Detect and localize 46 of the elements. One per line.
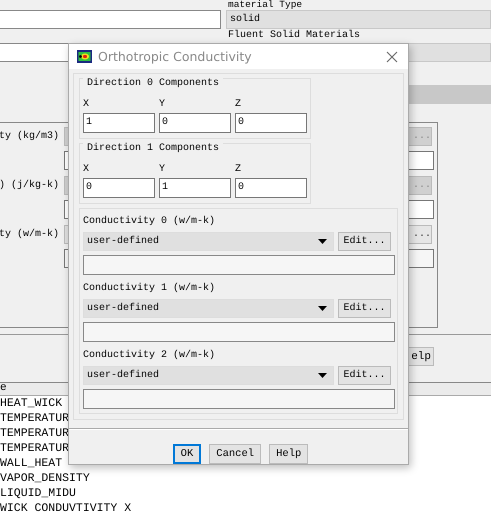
field-label: Conductivity 0 (w/m-k) bbox=[83, 215, 216, 228]
input-field[interactable]: 0 bbox=[235, 113, 307, 133]
material-type-field[interactable]: solid bbox=[226, 10, 491, 29]
input-field[interactable]: 0 bbox=[83, 178, 155, 198]
field-label: Conductivity 1 (w/m-k) bbox=[83, 282, 216, 295]
text-field[interactable] bbox=[0, 10, 221, 29]
app-icon bbox=[77, 50, 92, 63]
field-label: Conductivity 2 (w/m-k) bbox=[83, 349, 216, 362]
list-item[interactable]: WICK CONDUVTIVITY X bbox=[0, 501, 491, 516]
caret-icon bbox=[318, 373, 327, 378]
group-title: Direction 0 Components bbox=[83, 78, 224, 90]
field-label: Z bbox=[235, 164, 242, 176]
dialog-button[interactable]: Cancel bbox=[209, 444, 262, 464]
property-label: ty (kg/m3) bbox=[0, 131, 60, 142]
value-field[interactable] bbox=[83, 322, 395, 342]
field-label: Y bbox=[159, 164, 166, 176]
caret-icon bbox=[318, 306, 327, 311]
group-title: Direction 1 Components bbox=[83, 143, 224, 155]
method-dropdown[interactable]: user-defined bbox=[83, 299, 334, 318]
list-item[interactable]: LIQUID_MIDU bbox=[0, 486, 491, 501]
property-label: ) (j/kg-k) bbox=[0, 180, 60, 191]
list-item[interactable]: VAPOR_DENSITY bbox=[0, 471, 491, 486]
input-field[interactable]: 1 bbox=[159, 178, 231, 198]
dialog-button[interactable]: Help bbox=[269, 444, 308, 464]
field-label: Fluent Solid Materials bbox=[227, 31, 362, 41]
field-label: Y bbox=[159, 99, 166, 111]
field-label: Z bbox=[235, 99, 242, 111]
method-dropdown[interactable]: user-defined bbox=[83, 366, 334, 385]
value-field[interactable] bbox=[83, 255, 395, 275]
input-field[interactable]: 1 bbox=[83, 113, 155, 133]
input-field[interactable]: 0 bbox=[159, 113, 231, 133]
close-icon[interactable] bbox=[386, 50, 398, 62]
window-title: Orthotropic Conductivity bbox=[98, 49, 253, 64]
edit-button[interactable]: Edit... bbox=[338, 366, 391, 385]
field-label: X bbox=[83, 164, 90, 176]
edit-button[interactable]: Edit... bbox=[338, 232, 391, 251]
value-field[interactable] bbox=[83, 389, 395, 409]
method-dropdown[interactable]: user-defined bbox=[83, 232, 334, 251]
property-label: ty (w/m-k) bbox=[0, 229, 60, 240]
edit-button[interactable]: ... bbox=[408, 225, 432, 244]
input-field[interactable]: 0 bbox=[235, 178, 307, 198]
field-label: material Type bbox=[227, 0, 304, 10]
dialog-button[interactable]: OK bbox=[172, 444, 202, 464]
caret-icon bbox=[318, 239, 327, 244]
edit-button[interactable]: Edit... bbox=[338, 299, 391, 318]
field-label: X bbox=[83, 99, 90, 111]
